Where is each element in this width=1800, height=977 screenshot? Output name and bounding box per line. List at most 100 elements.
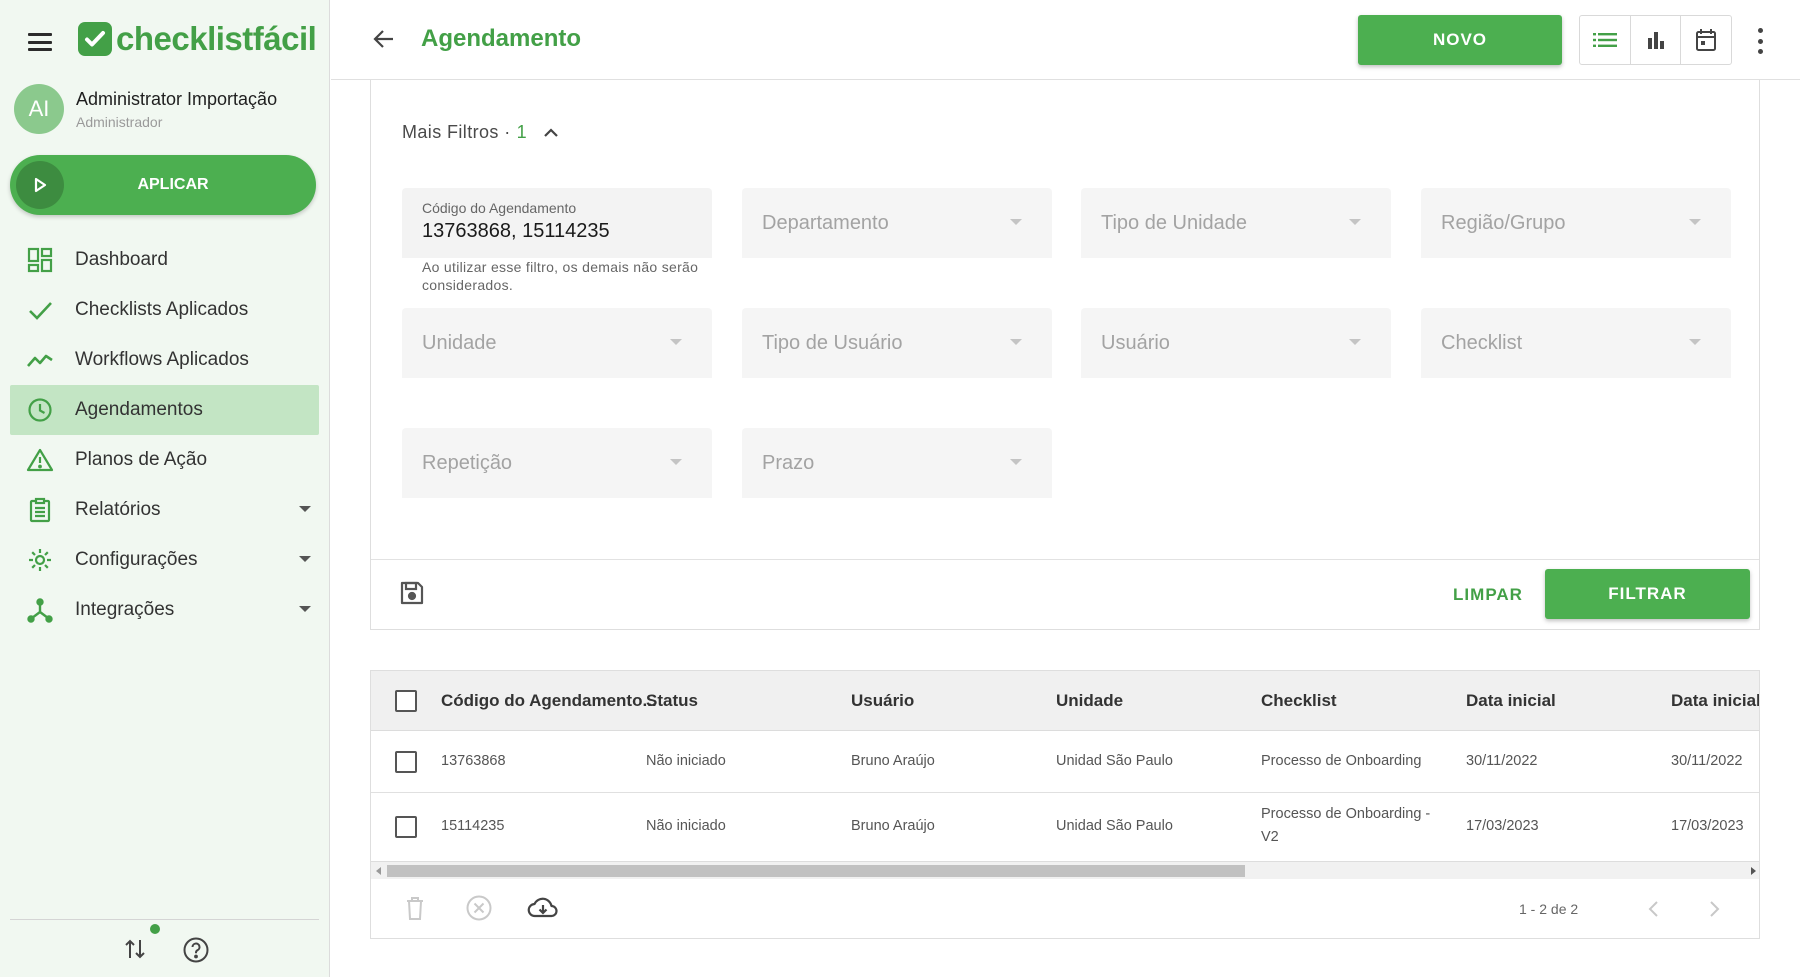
sidebar-item-agendamentos[interactable]: Agendamentos xyxy=(10,385,319,435)
new-button[interactable]: NOVO xyxy=(1358,15,1562,65)
column-header-start-date[interactable]: Data inicial xyxy=(1466,691,1556,711)
chevron-down-icon xyxy=(299,556,311,562)
select-all-checkbox[interactable] xyxy=(395,690,417,712)
cell-unit: Unidad São Paulo xyxy=(1056,818,1173,834)
save-icon[interactable] xyxy=(399,580,425,606)
unit-select[interactable]: Unidade xyxy=(402,308,712,378)
clear-button[interactable]: LIMPAR xyxy=(1433,575,1543,615)
table-row[interactable]: 13763868 Não iniciado Bruno Araújo Unida… xyxy=(371,731,1759,793)
more-filters-toggle[interactable]: Mais Filtros · 1 xyxy=(402,122,559,143)
sidebar: checklistfácil AI Administrator Importaç… xyxy=(0,0,330,977)
row-checkbox[interactable] xyxy=(395,751,417,773)
list-view-button[interactable] xyxy=(1580,16,1631,64)
schedule-code-input[interactable]: 13763868, 15114235 xyxy=(422,220,610,243)
department-select[interactable]: Departamento xyxy=(742,188,1052,258)
sync-status-dot xyxy=(150,924,160,934)
more-vert-icon[interactable] xyxy=(1755,28,1765,54)
sidebar-item-label: Relatórios xyxy=(75,499,161,520)
apply-button[interactable]: APLICAR xyxy=(10,155,316,215)
dropdown-arrow-icon xyxy=(1349,339,1361,345)
cell-status: Não iniciado xyxy=(646,818,726,834)
user-type-placeholder: Tipo de Usuário xyxy=(762,332,903,354)
sidebar-item-integracoes[interactable]: Integrações xyxy=(10,585,319,635)
repetition-placeholder: Repetição xyxy=(422,452,513,474)
dropdown-arrow-icon xyxy=(670,459,682,465)
cloud-download-icon[interactable] xyxy=(526,893,558,923)
sidebar-item-relatorios[interactable]: Relatórios xyxy=(10,485,319,535)
sidebar-item-label: Checklists Aplicados xyxy=(75,299,249,320)
cell-status: Não iniciado xyxy=(646,753,726,769)
cancel-icon[interactable] xyxy=(464,893,494,923)
sidebar-item-label: Integrações xyxy=(75,599,175,620)
cell-unit: Unidad São Paulo xyxy=(1056,753,1173,769)
chart-view-button[interactable] xyxy=(1631,16,1682,64)
user-type-select[interactable]: Tipo de Usuário xyxy=(742,308,1052,378)
region-group-select[interactable]: Região/Grupo xyxy=(1421,188,1731,258)
sidebar-item-checklists[interactable]: Checklists Aplicados xyxy=(10,285,319,335)
checklist-select[interactable]: Checklist xyxy=(1421,308,1731,378)
cell-checklist: Processo de Onboarding xyxy=(1261,753,1422,769)
dropdown-arrow-icon xyxy=(1689,339,1701,345)
clipboard-icon xyxy=(25,495,55,525)
scroll-left-arrow-icon[interactable] xyxy=(376,867,381,875)
dropdown-arrow-icon xyxy=(1010,219,1022,225)
filters-divider xyxy=(371,559,1759,560)
scroll-right-arrow-icon[interactable] xyxy=(1751,867,1756,875)
table-header: Código do Agendamento... Status Usuário … xyxy=(371,671,1759,731)
calendar-view-button[interactable] xyxy=(1681,16,1731,64)
menu-icon[interactable] xyxy=(28,33,52,51)
cell-start-date: 17/03/2023 xyxy=(1466,818,1539,834)
help-icon[interactable] xyxy=(182,936,210,964)
column-header-checklist[interactable]: Checklist xyxy=(1261,691,1337,711)
logo-check-icon xyxy=(78,22,112,56)
avatar: AI xyxy=(14,84,64,134)
repetition-select[interactable]: Repetição xyxy=(402,428,712,498)
prev-page-icon[interactable] xyxy=(1641,896,1667,922)
column-header-status[interactable]: Status xyxy=(646,691,698,711)
list-icon xyxy=(1592,33,1617,47)
schedule-code-label: Código do Agendamento xyxy=(422,200,577,216)
column-header-unit[interactable]: Unidade xyxy=(1056,691,1123,711)
deadline-select[interactable]: Prazo xyxy=(742,428,1052,498)
filters-panel: Mais Filtros · 1 Código do Agendamento 1… xyxy=(370,80,1760,630)
deadline-placeholder: Prazo xyxy=(762,452,815,474)
apply-label: APLICAR xyxy=(137,176,209,193)
sidebar-item-dashboard[interactable]: Dashboard xyxy=(10,235,319,285)
sidebar-item-configuracoes[interactable]: Configurações xyxy=(10,535,319,585)
cell-start-date: 30/11/2022 xyxy=(1466,753,1538,769)
next-page-icon[interactable] xyxy=(1701,896,1727,922)
cell-user: Bruno Araújo xyxy=(851,818,935,834)
column-header-user[interactable]: Usuário xyxy=(851,691,914,711)
clock-icon xyxy=(25,395,55,425)
column-header-code[interactable]: Código do Agendamento... xyxy=(441,691,657,711)
sidebar-item-planos[interactable]: Planos de Ação xyxy=(10,435,319,485)
cell-code: 15114235 xyxy=(441,818,505,834)
scrollbar-thumb[interactable] xyxy=(387,865,1245,877)
delete-icon[interactable] xyxy=(400,893,430,923)
warning-icon xyxy=(25,445,55,475)
schedules-table: Código do Agendamento... Status Usuário … xyxy=(370,670,1760,939)
horizontal-scrollbar[interactable] xyxy=(371,861,1759,879)
column-header-start-date-2[interactable]: Data inicial xyxy=(1671,691,1759,711)
filter-button[interactable]: FILTRAR xyxy=(1545,569,1750,619)
sidebar-item-label: Agendamentos xyxy=(75,399,203,420)
dropdown-arrow-icon xyxy=(1349,219,1361,225)
cell-code: 13763868 xyxy=(441,753,506,769)
sidebar-divider xyxy=(10,919,319,920)
dashboard-icon xyxy=(25,245,55,275)
arrow-back-icon[interactable] xyxy=(371,26,397,52)
view-switcher xyxy=(1579,15,1732,65)
user-select[interactable]: Usuário xyxy=(1081,308,1391,378)
user-name: Administrator Importação xyxy=(76,88,278,109)
table-row[interactable]: 15114235 Não iniciado Bruno Araújo Unida… xyxy=(371,793,1759,861)
sidebar-item-label: Configurações xyxy=(75,549,198,570)
user-profile[interactable]: AI Administrator Importação Administrado… xyxy=(14,84,277,134)
unit-type-select[interactable]: Tipo de Unidade xyxy=(1081,188,1391,258)
sync-icon[interactable] xyxy=(122,936,148,962)
integration-icon xyxy=(25,595,55,625)
schedule-code-field[interactable]: Código do Agendamento 13763868, 15114235 xyxy=(402,188,712,258)
user-placeholder: Usuário xyxy=(1101,332,1170,354)
sidebar-item-workflows[interactable]: Workflows Aplicados xyxy=(10,335,319,385)
row-checkbox[interactable] xyxy=(395,816,417,838)
brand-logo[interactable]: checklistfácil xyxy=(78,20,317,58)
